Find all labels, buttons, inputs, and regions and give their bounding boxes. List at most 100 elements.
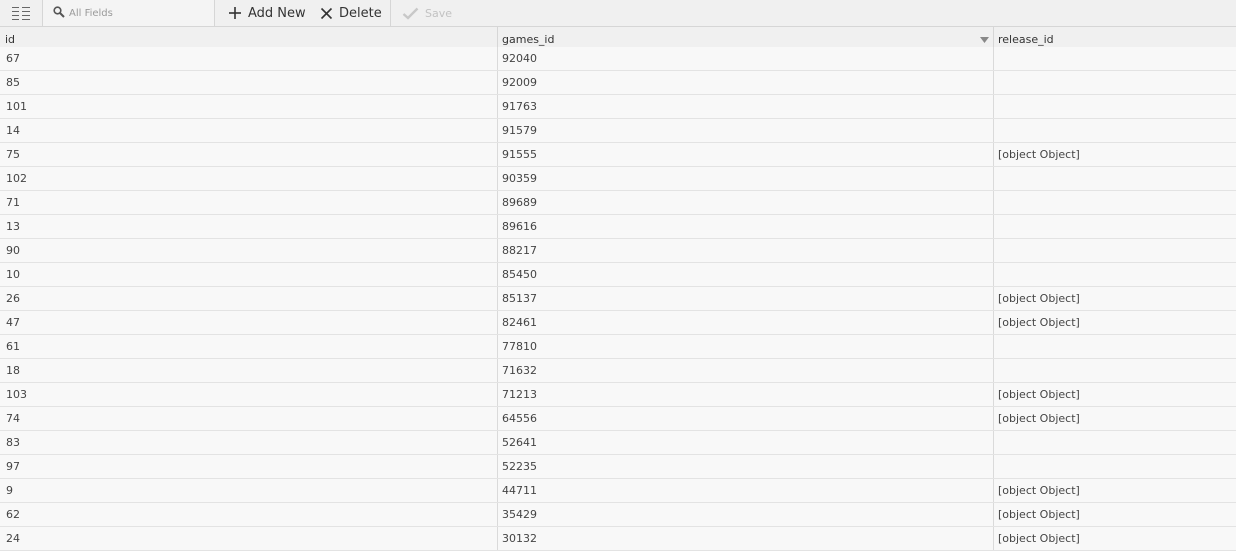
table-row[interactable]: 71 89689 — [0, 191, 1236, 215]
cell-games-id[interactable]: 71213 — [498, 383, 994, 406]
cell-games-id[interactable]: 90359 — [498, 167, 994, 190]
table-row[interactable]: 90 88217 — [0, 239, 1236, 263]
cell-release-id[interactable]: [object Object] — [994, 479, 1236, 502]
table-row[interactable]: 9 44711 [object Object] — [0, 479, 1236, 503]
sort-descending-icon — [980, 37, 989, 43]
table-row[interactable]: 62 35429 [object Object] — [0, 503, 1236, 527]
table-row[interactable]: 10 85450 — [0, 263, 1236, 287]
cell-games-id[interactable]: 44711 — [498, 479, 994, 502]
cell-release-id[interactable] — [994, 71, 1236, 94]
save-button[interactable]: Save — [402, 0, 452, 26]
cell-release-id[interactable] — [994, 239, 1236, 262]
cell-release-id[interactable]: [object Object] — [994, 503, 1236, 526]
table-row[interactable]: 101 91763 — [0, 95, 1236, 119]
table-row[interactable]: 14 91579 — [0, 119, 1236, 143]
cell-id[interactable]: 83 — [0, 431, 498, 454]
cell-id[interactable]: 67 — [0, 47, 498, 70]
delete-button[interactable]: Delete — [320, 0, 382, 26]
cell-games-id[interactable]: 52641 — [498, 431, 994, 454]
toolbar-divider — [390, 0, 391, 26]
cell-id[interactable]: 74 — [0, 407, 498, 430]
cell-id[interactable]: 101 — [0, 95, 498, 118]
cell-release-id[interactable] — [994, 47, 1236, 70]
cell-games-id[interactable]: 91763 — [498, 95, 994, 118]
table-row[interactable]: 61 77810 — [0, 335, 1236, 359]
cell-release-id[interactable]: [object Object] — [994, 287, 1236, 310]
cell-games-id[interactable]: 92040 — [498, 47, 994, 70]
cell-release-id[interactable]: [object Object] — [994, 383, 1236, 406]
cell-id[interactable]: 103 — [0, 383, 498, 406]
cell-release-id[interactable]: [object Object] — [994, 311, 1236, 334]
table-row[interactable]: 74 64556 [object Object] — [0, 407, 1236, 431]
cell-games-id[interactable]: 92009 — [498, 71, 994, 94]
cell-release-id[interactable]: [object Object] — [994, 407, 1236, 430]
table-row[interactable]: 83 52641 — [0, 431, 1236, 455]
cell-games-id[interactable]: 89689 — [498, 191, 994, 214]
cell-games-id[interactable]: 91579 — [498, 119, 994, 142]
table-row[interactable]: 85 92009 — [0, 71, 1236, 95]
cell-id[interactable]: 97 — [0, 455, 498, 478]
cell-games-id[interactable]: 91555 — [498, 143, 994, 166]
cell-games-id[interactable]: 88217 — [498, 239, 994, 262]
cell-games-id[interactable]: 64556 — [498, 407, 994, 430]
cell-id[interactable]: 14 — [0, 119, 498, 142]
add-new-label: Add New — [248, 5, 306, 21]
cell-id[interactable]: 18 — [0, 359, 498, 382]
cell-id[interactable]: 102 — [0, 167, 498, 190]
cell-release-id[interactable]: [object Object] — [994, 527, 1236, 550]
cell-id[interactable]: 24 — [0, 527, 498, 550]
cell-games-id[interactable]: 89616 — [498, 215, 994, 238]
cell-id[interactable]: 26 — [0, 287, 498, 310]
cell-release-id[interactable] — [994, 431, 1236, 454]
cell-release-id[interactable] — [994, 263, 1236, 286]
cell-id[interactable]: 10 — [0, 263, 498, 286]
delete-label: Delete — [339, 5, 382, 21]
table-row[interactable]: 13 89616 — [0, 215, 1236, 239]
cell-id[interactable]: 75 — [0, 143, 498, 166]
cell-games-id[interactable]: 85450 — [498, 263, 994, 286]
column-header-label: release_id — [998, 33, 1054, 46]
table-row[interactable]: 26 85137 [object Object] — [0, 287, 1236, 311]
table-row[interactable]: 18 71632 — [0, 359, 1236, 383]
cell-id[interactable]: 13 — [0, 215, 498, 238]
cell-id[interactable]: 71 — [0, 191, 498, 214]
search-box — [43, 0, 215, 26]
cell-release-id[interactable] — [994, 95, 1236, 118]
add-new-button[interactable]: Add New — [228, 0, 306, 26]
cell-release-id[interactable] — [994, 167, 1236, 190]
cell-games-id[interactable]: 35429 — [498, 503, 994, 526]
table-row[interactable]: 97 52235 — [0, 455, 1236, 479]
table-row[interactable]: 102 90359 — [0, 167, 1236, 191]
cell-release-id[interactable] — [994, 215, 1236, 238]
cell-release-id[interactable]: [object Object] — [994, 143, 1236, 166]
cell-games-id[interactable]: 82461 — [498, 311, 994, 334]
search-input[interactable] — [69, 5, 209, 21]
cell-id[interactable]: 47 — [0, 311, 498, 334]
cell-id[interactable]: 9 — [0, 479, 498, 502]
table-row[interactable]: 75 91555 [object Object] — [0, 143, 1236, 167]
cell-release-id[interactable] — [994, 359, 1236, 382]
table-row[interactable]: 24 30132 [object Object] — [0, 527, 1236, 551]
cell-games-id[interactable]: 71632 — [498, 359, 994, 382]
cell-id[interactable]: 85 — [0, 71, 498, 94]
cell-games-id[interactable]: 52235 — [498, 455, 994, 478]
toolbar: Add New Delete Save — [0, 0, 1236, 27]
cell-release-id[interactable] — [994, 119, 1236, 142]
cell-release-id[interactable] — [994, 191, 1236, 214]
cell-games-id[interactable]: 77810 — [498, 335, 994, 358]
cell-id[interactable]: 61 — [0, 335, 498, 358]
save-label: Save — [425, 6, 453, 20]
cell-release-id[interactable] — [994, 455, 1236, 478]
cell-id[interactable]: 62 — [0, 503, 498, 526]
list-view-icon — [12, 7, 30, 20]
table-row[interactable]: 103 71213 [object Object] — [0, 383, 1236, 407]
view-toggle-button[interactable] — [0, 0, 43, 26]
cell-id[interactable]: 90 — [0, 239, 498, 262]
table-row[interactable]: 47 82461 [object Object] — [0, 311, 1236, 335]
checkmark-icon — [402, 7, 419, 20]
column-header-label: games_id — [502, 33, 555, 46]
cell-games-id[interactable]: 85137 — [498, 287, 994, 310]
table-row[interactable]: 67 92040 — [0, 47, 1236, 71]
cell-games-id[interactable]: 30132 — [498, 527, 994, 550]
cell-release-id[interactable] — [994, 335, 1236, 358]
